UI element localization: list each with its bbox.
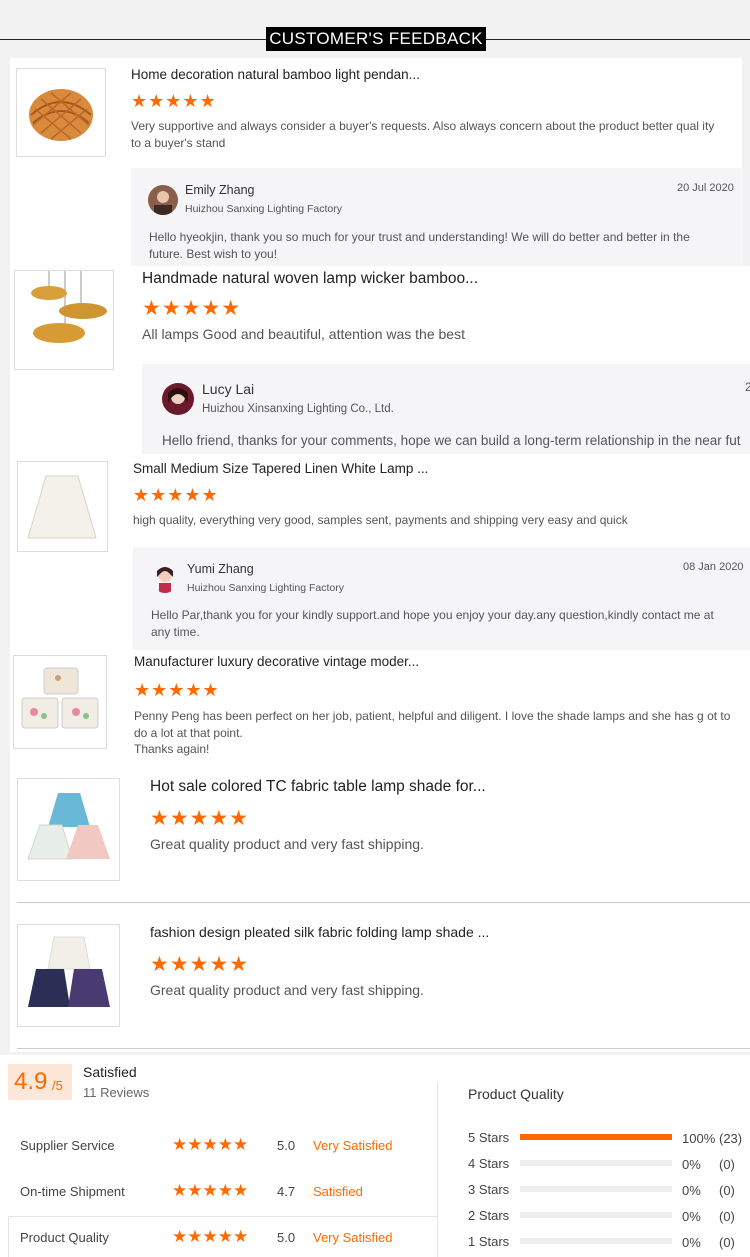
rating-stars: ★★★★★ (142, 297, 242, 320)
breakdown-percent: 0% (682, 1157, 701, 1172)
product-thumbnail[interactable] (17, 924, 120, 1027)
breakdown-label: 3 Stars (468, 1182, 510, 1197)
supplier-reply: Emily Zhang Huizhou Sanxing Lighting Fac… (131, 168, 743, 266)
score-scale: /5 (52, 1078, 63, 1093)
replier-name: Emily Zhang (185, 183, 255, 197)
review-text: Penny Peng has been perfect on her job, … (134, 709, 731, 740)
product-title[interactable]: Hot sale colored TC fabric table lamp sh… (150, 778, 486, 796)
breakdown-count: (23) (719, 1131, 743, 1146)
divider (17, 1048, 750, 1049)
avatar (151, 563, 179, 593)
replier-name: Lucy Lai (202, 381, 255, 397)
replier-company: Huizhou Sanxing Lighting Factory (185, 203, 343, 215)
reply-message: Hello friend, thanks for your comments, … (162, 433, 741, 448)
breakdown-percent: 100% (682, 1131, 716, 1146)
breakdown-percent: 0% (682, 1209, 701, 1224)
woven-lamp-image (31, 271, 107, 343)
breakdown-bar-track (520, 1160, 672, 1166)
metric-status: Very Satisfied (313, 1138, 393, 1153)
breakdown-label: 2 Stars (468, 1208, 510, 1223)
divider (17, 902, 750, 903)
reply-date: 20 Jul 2020 (677, 182, 734, 194)
breakdown-bar-track (520, 1212, 672, 1218)
avatar (148, 185, 178, 215)
breakdown-percent: 0% (682, 1235, 701, 1250)
supplier-reply: Yumi Zhang Huizhou Sanxing Lighting Fact… (133, 547, 750, 650)
supplier-reply: Lucy Lai Huizhou Xinsanxing Lighting Co.… (142, 364, 750, 454)
product-title[interactable]: Handmade natural woven lamp wicker bambo… (142, 270, 478, 288)
product-title[interactable]: Home decoration natural bamboo light pen… (131, 67, 420, 82)
breakdown-count: (0) (719, 1235, 735, 1250)
breakdown-percent: 0% (682, 1183, 701, 1198)
pleated-shades-image (28, 936, 110, 1007)
rating-stars: ★★★★★ (150, 807, 250, 830)
metric-label: Supplier Service (20, 1138, 115, 1153)
metric-stars: ★★★★★ (172, 1227, 249, 1246)
breakdown-count: (0) (719, 1209, 735, 1224)
metric-value: 4.7 (277, 1184, 296, 1199)
linen-lampshade-image (27, 475, 97, 539)
rating-stars: ★★★★★ (150, 953, 250, 976)
reply-date: 2 (745, 380, 750, 394)
product-title[interactable]: Small Medium Size Tapered Linen White La… (133, 461, 428, 476)
product-thumbnail[interactable] (17, 778, 120, 881)
review-text: All lamps Good and beautiful, attention … (142, 326, 465, 342)
avatar (162, 383, 194, 415)
metric-label: Product Quality (20, 1230, 109, 1245)
review-text: Very supportive and always consider a bu… (131, 119, 715, 150)
replier-name: Yumi Zhang (187, 562, 254, 576)
colored-shades-image (27, 793, 110, 860)
review-text: Great quality product and very fast ship… (150, 836, 424, 852)
breakdown-count: (0) (719, 1183, 735, 1198)
reply-message: Hello Par,thank you for your kindly supp… (151, 608, 714, 639)
review-text-continued: Thanks again! (134, 742, 210, 756)
breakdown-label: 1 Stars (468, 1234, 510, 1249)
replier-company: Huizhou Sanxing Lighting Factory (187, 582, 345, 594)
review-text: Great quality product and very fast ship… (150, 982, 424, 998)
review-count: 11 Reviews (83, 1085, 150, 1100)
breakdown-label: 5 Stars (468, 1130, 510, 1145)
reply-message: Hello hyeokjin, thank you so much for yo… (149, 230, 690, 261)
overall-score: 4.9 (14, 1068, 48, 1095)
reply-date: 08 Jan 2020 (683, 561, 744, 573)
section-title: CUSTOMER'S FEEDBACK (266, 27, 486, 51)
avatar-photo-icon (168, 388, 188, 404)
metric-value: 5.0 (277, 1138, 296, 1153)
rating-stars: ★★★★★ (131, 91, 217, 111)
product-thumbnail[interactable] (14, 270, 114, 370)
metric-stars: ★★★★★ (172, 1181, 249, 1200)
avatar-photo-icon (157, 567, 173, 593)
breakdown-title: Product Quality (468, 1086, 564, 1102)
metric-label: On-time Shipment (20, 1184, 125, 1199)
product-thumbnail[interactable] (17, 461, 108, 552)
breakdown-bar-track (520, 1186, 672, 1192)
metric-status: Satisfied (313, 1184, 363, 1199)
product-title[interactable]: fashion design pleated silk fabric foldi… (150, 924, 489, 940)
bamboo-pendant-image (29, 89, 93, 141)
rating-stars: ★★★★★ (133, 485, 219, 505)
breakdown-label: 4 Stars (468, 1156, 510, 1171)
product-thumbnail[interactable] (16, 68, 106, 157)
product-thumbnail[interactable] (13, 655, 107, 749)
replier-company: Huizhou Xinsanxing Lighting Co., Ltd. (202, 403, 394, 415)
metric-stars: ★★★★★ (172, 1135, 249, 1154)
review-text: high quality, everything very good, samp… (133, 513, 628, 527)
avatar-photo-icon (154, 191, 172, 215)
metric-status: Very Satisfied (313, 1230, 393, 1245)
overall-score-badge: 4.9 /5 (8, 1064, 72, 1100)
overall-label: Satisfied (83, 1064, 137, 1080)
breakdown-bar-fill (520, 1134, 672, 1140)
product-title[interactable]: Manufacturer luxury decorative vintage m… (134, 654, 419, 669)
vintage-shades-image (21, 667, 99, 729)
rating-stars: ★★★★★ (134, 680, 220, 700)
breakdown-count: (0) (719, 1157, 735, 1172)
metric-value: 5.0 (277, 1230, 296, 1245)
breakdown-bar-track (520, 1238, 672, 1244)
